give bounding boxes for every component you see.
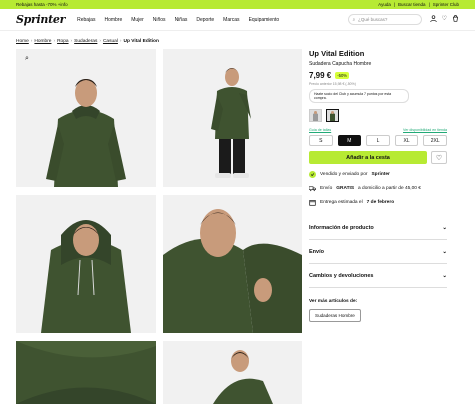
size-m[interactable]: M xyxy=(337,135,362,146)
chevron-down-icon: ⌄ xyxy=(442,224,447,231)
truck-icon xyxy=(309,185,316,192)
zoom-icon[interactable]: ⌕ xyxy=(25,55,29,63)
nav-marcas[interactable]: Marcas xyxy=(223,17,239,23)
wishlist-icon[interactable]: ♡ xyxy=(442,15,447,24)
breadcrumb-hombre[interactable]: Hombre xyxy=(34,39,51,44)
breadcrumb-home[interactable]: Home xyxy=(16,39,29,44)
accordion-product-info[interactable]: Información de producto ⌄ xyxy=(309,216,447,240)
help-link[interactable]: Ayuda xyxy=(378,2,391,7)
breadcrumb: Home › Hombre › Ropa › Sudaderas › Casual › U… xyxy=(16,39,159,44)
accordion-label: Envío xyxy=(309,248,324,255)
add-to-cart-button[interactable]: Añadir a la cesta xyxy=(309,151,427,164)
seller-prefix: Vendido y enviado por xyxy=(320,172,368,177)
product-image-2[interactable] xyxy=(163,49,302,187)
chevron-down-icon: ⌄ xyxy=(442,248,447,255)
size-guide-link[interactable]: Guía de tallas xyxy=(309,128,331,132)
loyalty-banner: Hazte socio del Club y acumula 7 puntos … xyxy=(309,89,409,103)
breadcrumb-sudaderas[interactable]: Sudaderas xyxy=(74,39,97,44)
wishlist-button[interactable]: ♡ xyxy=(431,151,447,164)
shipping-free: GRATIS xyxy=(336,186,355,191)
category-chip[interactable]: Sudaderas Hombre xyxy=(309,309,361,322)
size-l[interactable]: L xyxy=(366,135,390,146)
user-icon[interactable] xyxy=(429,15,437,24)
size-2xl[interactable]: 2XL xyxy=(423,135,447,146)
accordion: Información de producto ⌄ Envío ⌄ Cambio… xyxy=(309,216,447,288)
search-input[interactable]: ⌕ ¿Qué buscas? xyxy=(347,14,422,25)
search-icon: ⌕ xyxy=(352,17,356,22)
calendar-icon xyxy=(309,199,316,206)
product-image-4[interactable] xyxy=(163,195,302,333)
nav-ninas[interactable]: Niñas xyxy=(175,17,188,23)
store-locator-link[interactable]: Buscar tienda xyxy=(398,2,426,7)
size-selector: S M L XL 2XL xyxy=(309,135,447,146)
color-swatches xyxy=(309,109,447,122)
heart-icon: ♡ xyxy=(435,154,443,162)
nav-mujer[interactable]: Mujer xyxy=(131,17,144,23)
accordion-label: Cambios y devoluciones xyxy=(309,272,374,279)
main-nav: Rebajas Hombre Mujer Niños Niñas Deporte… xyxy=(77,17,279,23)
size-xl[interactable]: XL xyxy=(394,135,419,146)
promo-bar: Rebajas hasta -70% +info Ayuda | Buscar t… xyxy=(0,0,475,9)
site-header: Sprinter Rebajas Hombre Mujer Niños Niña… xyxy=(0,9,475,31)
search-placeholder: ¿Qué buscas? xyxy=(358,17,388,22)
promo-text[interactable]: Rebajas hasta -70% +info xyxy=(16,2,68,7)
breadcrumb-casual[interactable]: Casual xyxy=(103,39,118,44)
seller-name: Sprinter xyxy=(371,172,390,177)
product-image-6[interactable] xyxy=(163,341,302,404)
accordion-label: Información de producto xyxy=(309,224,374,231)
nav-hombre[interactable]: Hombre xyxy=(104,17,122,23)
product-subtitle: Sudadera Capucha Hombre xyxy=(309,61,372,67)
product-image-5[interactable] xyxy=(16,341,156,404)
breadcrumb-ropa[interactable]: Ropa xyxy=(57,39,68,44)
club-link[interactable]: Sprinter Club xyxy=(433,2,459,7)
product-image-3[interactable] xyxy=(16,195,156,333)
swatch-green[interactable] xyxy=(326,109,339,122)
more-items-label: Ver más artículos de: xyxy=(309,299,358,304)
sprinter-badge-icon xyxy=(309,171,316,178)
swatch-grey[interactable] xyxy=(309,109,322,122)
breadcrumb-current: Up Vital Edition xyxy=(123,39,159,44)
accordion-shipping[interactable]: Envío ⌄ xyxy=(309,240,447,264)
size-s[interactable]: S xyxy=(309,135,333,146)
delivery-date: 7 de febrero xyxy=(366,200,395,205)
chevron-down-icon: ⌄ xyxy=(442,272,447,279)
product-title: Up Vital Edition xyxy=(309,49,365,58)
previous-price: Precio anterior 15,98 € (-50%) xyxy=(309,82,356,86)
store-availability-link[interactable]: Ver disponibilidad en tienda xyxy=(403,128,447,132)
shipping-prefix: Envío xyxy=(320,186,333,191)
discount-badge: -50% xyxy=(335,72,350,79)
accordion-returns[interactable]: Cambios y devoluciones ⌄ xyxy=(309,264,447,288)
logo[interactable]: Sprinter xyxy=(16,13,65,26)
nav-equipamiento[interactable]: Equipamiento xyxy=(249,17,280,23)
delivery-prefix: Entrega estimada el xyxy=(320,200,363,205)
product-image-1[interactable]: ⌕ xyxy=(16,49,156,187)
nav-rebajas[interactable]: Rebajas xyxy=(77,17,95,23)
shipping-suffix: a domicilio a partir de 45,00 € xyxy=(358,186,421,191)
price: 7,99 € xyxy=(309,71,332,80)
nav-ninos[interactable]: Niños xyxy=(153,17,166,23)
nav-deporte[interactable]: Deporte xyxy=(196,17,214,23)
cart-icon[interactable] xyxy=(452,15,459,24)
product-panel: Up Vital Edition Sudadera Capucha Hombre… xyxy=(309,49,447,322)
